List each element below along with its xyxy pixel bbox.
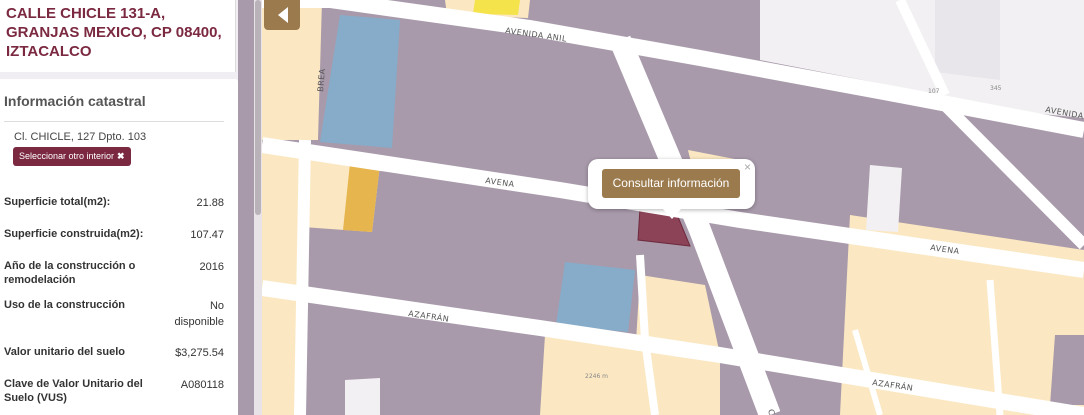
row-value: 107.47 bbox=[190, 229, 224, 241]
row-value: 21.88 bbox=[196, 197, 224, 209]
address-line1: CALLE CHICLE 131-A, bbox=[6, 5, 166, 22]
collapse-panel-button[interactable] bbox=[264, 0, 300, 30]
arrow-left-icon bbox=[278, 7, 288, 23]
close-popup-icon[interactable]: × bbox=[744, 160, 751, 174]
row-value: $3,275.54 bbox=[175, 347, 224, 359]
cadastral-card: Información catastral Cl. CHICLE, 127 Dp… bbox=[0, 79, 238, 415]
cadastral-title: Información catastral bbox=[4, 79, 224, 122]
svg-text:2246 m: 2246 m bbox=[585, 373, 608, 380]
row-label: Superficie construida(m2): bbox=[4, 228, 144, 240]
row-label: Superficie total(m2): bbox=[4, 196, 111, 208]
consult-info-button[interactable]: Consultar información bbox=[602, 169, 740, 198]
row-value: 2016 bbox=[199, 261, 224, 273]
address-line3: IZTACALCO bbox=[6, 43, 92, 60]
scrollbar-thumb[interactable] bbox=[255, 0, 261, 215]
select-interior-button[interactable]: Seleccionar otro interior ✖ bbox=[13, 147, 131, 166]
row-label: Año de la construcción o remodelación bbox=[4, 260, 136, 286]
close-icon: ✖ bbox=[117, 151, 125, 161]
svg-text:345: 345 bbox=[990, 85, 1002, 92]
row-label: Valor unitario del suelo bbox=[4, 346, 126, 358]
panel-scrollbar[interactable] bbox=[254, 0, 262, 415]
popup-tip bbox=[663, 209, 681, 219]
row-value: No disponible bbox=[174, 300, 224, 328]
row-value: A080118 bbox=[180, 379, 224, 391]
info-panel: CALLE CHICLE 131-A, GRANJAS MEXICO, CP 0… bbox=[0, 0, 238, 415]
select-interior-label: Seleccionar otro interior bbox=[19, 151, 115, 161]
map-popup: × Consultar información bbox=[588, 159, 755, 219]
svg-text:107: 107 bbox=[928, 88, 940, 95]
property-subject: Cl. CHICLE, 127 Dpto. 103 bbox=[14, 131, 147, 143]
address-card: CALLE CHICLE 131-A, GRANJAS MEXICO, CP 0… bbox=[0, 0, 236, 72]
row-label: Clave de Valor Unitario del Suelo (VUS) bbox=[4, 378, 143, 404]
address-line2: GRANJAS MEXICO, CP 08400, bbox=[6, 24, 222, 41]
row-label: Uso de la construcción bbox=[4, 299, 126, 311]
